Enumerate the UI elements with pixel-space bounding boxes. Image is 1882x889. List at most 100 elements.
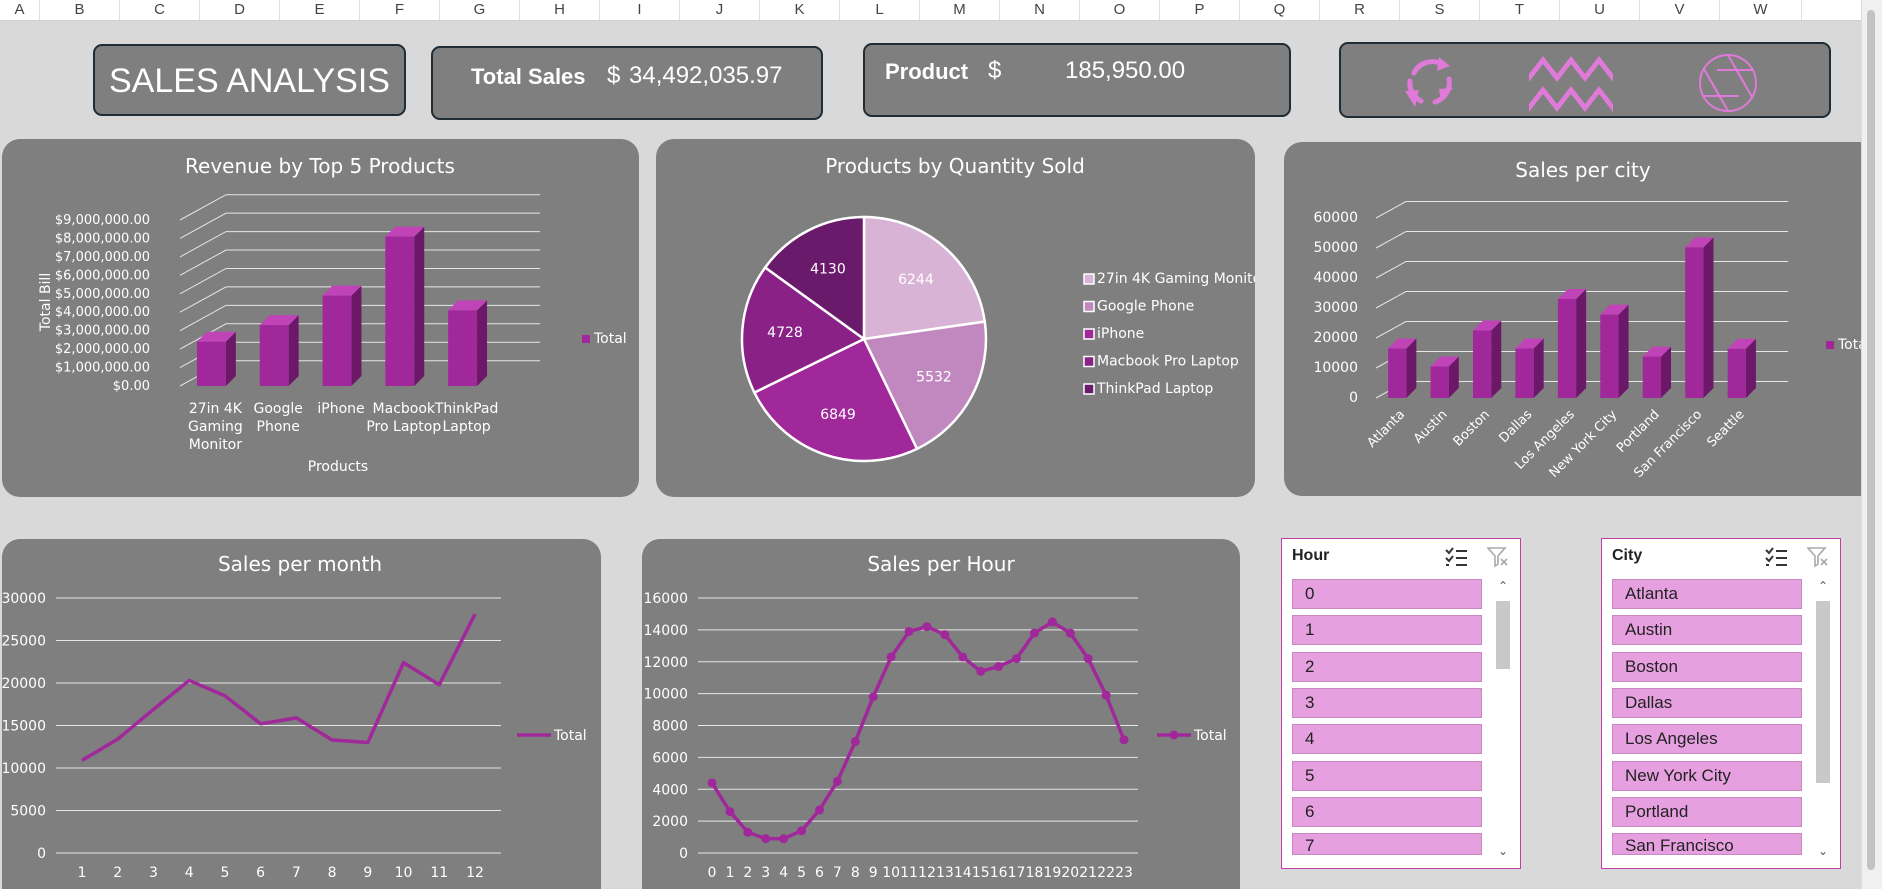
hour-slicer-item[interactable]: 4 (1292, 724, 1482, 755)
city-bar[interactable] (1388, 348, 1407, 399)
city-bar[interactable] (1515, 348, 1534, 399)
city-slicer-item[interactable]: Austin (1612, 615, 1802, 646)
scroll-up-icon[interactable]: ⌃ (1494, 579, 1512, 593)
hour-series-line[interactable] (710, 620, 1126, 841)
city-slicer-scroll-thumb[interactable] (1816, 601, 1830, 783)
hour-point[interactable] (904, 626, 914, 636)
city-slicer-item[interactable]: San Francisco (1612, 833, 1802, 856)
hour-point[interactable] (779, 834, 789, 844)
scroll-down-icon[interactable]: ⌄ (1494, 844, 1512, 858)
hour-point[interactable] (743, 827, 753, 837)
hour-point[interactable] (1029, 628, 1039, 638)
city-slicer-item[interactable]: Boston (1612, 651, 1802, 682)
column-header-n[interactable]: N (1000, 0, 1080, 20)
hour-point[interactable] (797, 826, 807, 836)
hour-point[interactable] (1119, 735, 1129, 745)
zigzag-icon[interactable] (1527, 50, 1617, 116)
column-header-r[interactable]: R (1320, 0, 1400, 20)
column-header-d[interactable]: D (200, 0, 280, 20)
hour-point[interactable] (1012, 654, 1022, 664)
column-header-u[interactable]: U (1560, 0, 1640, 20)
scroll-up-icon[interactable]: ⌃ (1814, 579, 1832, 593)
revenue-bar[interactable] (385, 236, 415, 386)
city-bar[interactable] (1685, 247, 1704, 398)
clear-filter-icon[interactable] (1486, 546, 1510, 568)
column-header-j[interactable]: J (680, 0, 760, 20)
hour-point[interactable] (922, 622, 932, 632)
multi-select-icon[interactable] (1764, 546, 1788, 568)
city-bar-side (1703, 237, 1714, 398)
hour-slicer-item[interactable]: 2 (1292, 651, 1482, 682)
column-header-f[interactable]: F (360, 0, 440, 20)
hour-slicer-item[interactable]: 3 (1292, 687, 1482, 718)
sheet-scrollbar[interactable] (1861, 0, 1882, 889)
month-series-line[interactable] (81, 613, 477, 762)
city-slicer-item[interactable]: Portland (1612, 796, 1802, 827)
city-slicer-item[interactable]: New York City (1612, 760, 1802, 791)
column-header-p[interactable]: P (1160, 0, 1240, 20)
hour-point[interactable] (1047, 617, 1057, 627)
hour-point[interactable] (1101, 690, 1111, 700)
refresh-icon[interactable] (1395, 48, 1465, 118)
column-header-t[interactable]: T (1480, 0, 1560, 20)
column-header-w[interactable]: W (1720, 0, 1802, 20)
column-header-i[interactable]: I (600, 0, 680, 20)
revenue-bar[interactable] (448, 310, 478, 386)
city-bar[interactable] (1727, 348, 1746, 398)
hour-point[interactable] (707, 778, 717, 788)
column-header-q[interactable]: Q (1240, 0, 1320, 20)
hour-point[interactable] (1083, 654, 1093, 664)
column-header-h[interactable]: H (520, 0, 600, 20)
hour-point[interactable] (814, 805, 824, 815)
city-slicer-scrollbar[interactable]: ⌃ ⌄ (1814, 579, 1832, 858)
column-header-v[interactable]: V (1640, 0, 1720, 20)
column-header-o[interactable]: O (1080, 0, 1160, 20)
revenue-bar[interactable] (322, 295, 352, 386)
hour-slicer-item[interactable]: 1 (1292, 615, 1482, 646)
hour-point[interactable] (868, 692, 878, 702)
column-header-a[interactable]: A (0, 0, 40, 20)
hour-point[interactable] (940, 630, 950, 640)
hour-slicer-item[interactable]: 6 (1292, 796, 1482, 827)
hour-point[interactable] (761, 834, 771, 844)
city-bar[interactable] (1600, 314, 1619, 398)
hour-slicer-item[interactable]: 0 (1292, 579, 1482, 609)
column-header-k[interactable]: K (760, 0, 840, 20)
column-header-s[interactable]: S (1400, 0, 1480, 20)
column-header-m[interactable]: M (920, 0, 1000, 20)
column-header-b[interactable]: B (40, 0, 120, 20)
multi-select-icon[interactable] (1444, 546, 1468, 568)
city-slicer-item[interactable]: Los Angeles (1612, 724, 1802, 755)
city-bar[interactable] (1472, 330, 1492, 399)
column-header-l[interactable]: L (840, 0, 920, 20)
scroll-down-icon[interactable]: ⌄ (1814, 844, 1832, 858)
column-header-c[interactable]: C (120, 0, 200, 20)
hour-slicer-item[interactable]: 7 (1292, 833, 1482, 856)
column-header-g[interactable]: G (440, 0, 520, 20)
hour-slicer-scroll-thumb[interactable] (1496, 601, 1510, 669)
hour-point[interactable] (976, 666, 986, 676)
x-tick-label: 23 (1115, 865, 1133, 881)
city-slicer-item[interactable]: Atlanta (1612, 579, 1802, 609)
y-tick-label: 60000 (1313, 210, 1358, 226)
revenue-bar[interactable] (196, 341, 226, 386)
city-bar[interactable] (1642, 356, 1662, 398)
column-header-e[interactable]: E (280, 0, 360, 20)
aperture-icon[interactable] (1693, 48, 1763, 118)
hour-point[interactable] (850, 736, 860, 746)
hour-slicer-scrollbar[interactable]: ⌃ ⌄ (1494, 579, 1512, 858)
city-bar[interactable] (1557, 299, 1577, 398)
hour-point[interactable] (886, 652, 896, 662)
hour-point[interactable] (725, 807, 735, 817)
hour-point[interactable] (832, 776, 842, 786)
city-bar[interactable] (1430, 366, 1449, 399)
revenue-bar[interactable] (259, 325, 289, 386)
city-slicer-item[interactable]: Dallas (1612, 687, 1802, 718)
y-tick-label: 6000 (652, 750, 688, 766)
hour-point[interactable] (994, 662, 1004, 672)
hour-point[interactable] (1065, 628, 1075, 638)
hour-point[interactable] (958, 652, 968, 662)
hour-slicer-item[interactable]: 5 (1292, 760, 1482, 791)
clear-filter-icon[interactable] (1806, 546, 1830, 568)
sheet-scroll-thumb[interactable] (1867, 10, 1875, 870)
